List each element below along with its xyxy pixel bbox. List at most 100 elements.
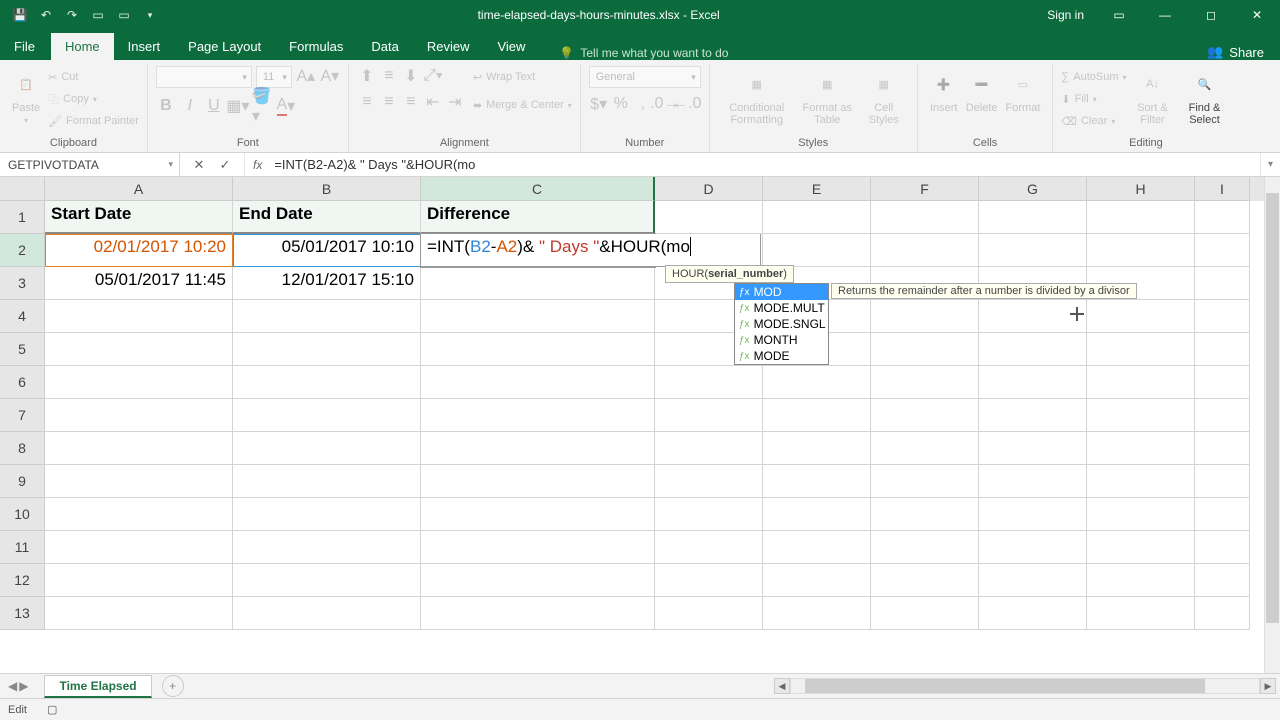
tellme-search[interactable]: 💡Tell me what you want to do (559, 46, 728, 60)
row-header-12[interactable]: 12 (0, 564, 45, 597)
qat-btn-5[interactable]: ▭ (112, 3, 136, 27)
col-header-A[interactable]: A (45, 177, 233, 201)
cell-H9[interactable] (1087, 465, 1195, 498)
cell-D6[interactable] (655, 366, 763, 399)
format-cells-button[interactable]: ▭Format (1002, 66, 1045, 116)
cell-F5[interactable] (871, 333, 979, 366)
col-header-D[interactable]: D (655, 177, 763, 201)
cell-G1[interactable] (979, 201, 1087, 234)
conditional-formatting-button[interactable]: ▦Conditional Formatting (718, 66, 796, 128)
col-header-C[interactable]: C (421, 177, 655, 201)
col-header-F[interactable]: F (871, 177, 979, 201)
cell-G8[interactable] (979, 432, 1087, 465)
name-box-input[interactable] (0, 158, 179, 172)
col-header-H[interactable]: H (1087, 177, 1195, 201)
tab-review[interactable]: Review (413, 33, 484, 60)
cell-H6[interactable] (1087, 366, 1195, 399)
row-header-4[interactable]: 4 (0, 300, 45, 333)
cell-G4[interactable] (979, 300, 1087, 333)
cell-C3[interactable] (421, 267, 655, 300)
cell-I1[interactable] (1195, 201, 1250, 234)
cell-D9[interactable] (655, 465, 763, 498)
cell-H11[interactable] (1087, 531, 1195, 564)
cell-B9[interactable] (233, 465, 421, 498)
tab-view[interactable]: View (483, 33, 539, 60)
cell-C2[interactable]: =INT(B2-A2)& " Days "&HOUR(mo (421, 234, 655, 267)
cell-I8[interactable] (1195, 432, 1250, 465)
row-header-7[interactable]: 7 (0, 399, 45, 432)
cell-E6[interactable] (763, 366, 871, 399)
fx-icon[interactable]: fx (245, 153, 270, 176)
cell-F13[interactable] (871, 597, 979, 630)
wrap-text-button[interactable]: ↩Wrap Text (473, 66, 572, 88)
cell-G10[interactable] (979, 498, 1087, 531)
increase-font-icon[interactable]: A▴ (296, 66, 316, 86)
cell-B13[interactable] (233, 597, 421, 630)
format-painter-button[interactable]: 🖌Format Painter (48, 110, 139, 132)
horizontal-scrollbar[interactable]: ◀ ▶ (184, 678, 1280, 694)
cell-H10[interactable] (1087, 498, 1195, 531)
cell-A10[interactable] (45, 498, 233, 531)
row-header-3[interactable]: 3 (0, 267, 45, 300)
cell-H13[interactable] (1087, 597, 1195, 630)
macro-record-icon[interactable]: ▢ (47, 703, 57, 716)
row-header-6[interactable]: 6 (0, 366, 45, 399)
col-header-I[interactable]: I (1195, 177, 1250, 201)
cell-C11[interactable] (421, 531, 655, 564)
cell-B4[interactable] (233, 300, 421, 333)
cell-I2[interactable] (1195, 234, 1250, 267)
underline-button[interactable]: U (204, 96, 224, 116)
cell-G13[interactable] (979, 597, 1087, 630)
find-select-button[interactable]: 🔍Find & Select (1179, 66, 1231, 128)
cell-A6[interactable] (45, 366, 233, 399)
signin-link[interactable]: Sign in (1035, 8, 1096, 22)
cell-I6[interactable] (1195, 366, 1250, 399)
tab-insert[interactable]: Insert (114, 33, 175, 60)
cell-D1[interactable] (655, 201, 763, 234)
row-header-10[interactable]: 10 (0, 498, 45, 531)
cell-H5[interactable] (1087, 333, 1195, 366)
cell-G11[interactable] (979, 531, 1087, 564)
undo-icon[interactable]: ↶ (34, 3, 58, 27)
ac-item-mod[interactable]: ƒxMOD (735, 284, 828, 300)
cell-G7[interactable] (979, 399, 1087, 432)
cell-B10[interactable] (233, 498, 421, 531)
vscroll-thumb[interactable] (1266, 193, 1279, 623)
cell-H8[interactable] (1087, 432, 1195, 465)
cell-I9[interactable] (1195, 465, 1250, 498)
save-icon[interactable]: 💾 (8, 3, 32, 27)
cell-F12[interactable] (871, 564, 979, 597)
cell-D7[interactable] (655, 399, 763, 432)
tab-data[interactable]: Data (357, 33, 412, 60)
cell-C5[interactable] (421, 333, 655, 366)
row-header-8[interactable]: 8 (0, 432, 45, 465)
col-header-E[interactable]: E (763, 177, 871, 201)
cell-B7[interactable] (233, 399, 421, 432)
cell-C7[interactable] (421, 399, 655, 432)
formula-bar[interactable]: =INT(B2-A2)& " Days "&HOUR(mo (270, 153, 1260, 176)
row-header-1[interactable]: 1 (0, 201, 45, 234)
cell-I10[interactable] (1195, 498, 1250, 531)
cell-E8[interactable] (763, 432, 871, 465)
cell-D13[interactable] (655, 597, 763, 630)
close-icon[interactable]: ✕ (1234, 0, 1280, 30)
decrease-font-icon[interactable]: A▾ (320, 66, 340, 86)
indent-inc-icon[interactable]: ⇥ (445, 92, 465, 112)
fill-button[interactable]: ⬇Fill▾ (1061, 88, 1126, 110)
align-bottom-icon[interactable]: ⬇ (401, 66, 421, 86)
cell-B1[interactable]: End Date (233, 201, 421, 234)
cell-I12[interactable] (1195, 564, 1250, 597)
formula-bar-expand-icon[interactable]: ▾ (1260, 153, 1280, 176)
align-center-icon[interactable]: ≡ (379, 92, 399, 112)
cell-D10[interactable] (655, 498, 763, 531)
cell-B5[interactable] (233, 333, 421, 366)
formula-autocomplete-list[interactable]: ƒxMODƒxMODE.MULTƒxMODE.SNGLƒxMONTHƒxMODE (734, 283, 829, 365)
clear-button[interactable]: ⌫Clear▾ (1061, 110, 1126, 132)
hscroll-right-icon[interactable]: ▶ (1260, 678, 1276, 694)
cell-F9[interactable] (871, 465, 979, 498)
redo-icon[interactable]: ↷ (60, 3, 84, 27)
sort-filter-button[interactable]: A↓Sort & Filter (1127, 66, 1179, 128)
percent-icon[interactable]: % (611, 94, 631, 114)
font-color-button[interactable]: A▾ (276, 96, 296, 116)
cell-G9[interactable] (979, 465, 1087, 498)
